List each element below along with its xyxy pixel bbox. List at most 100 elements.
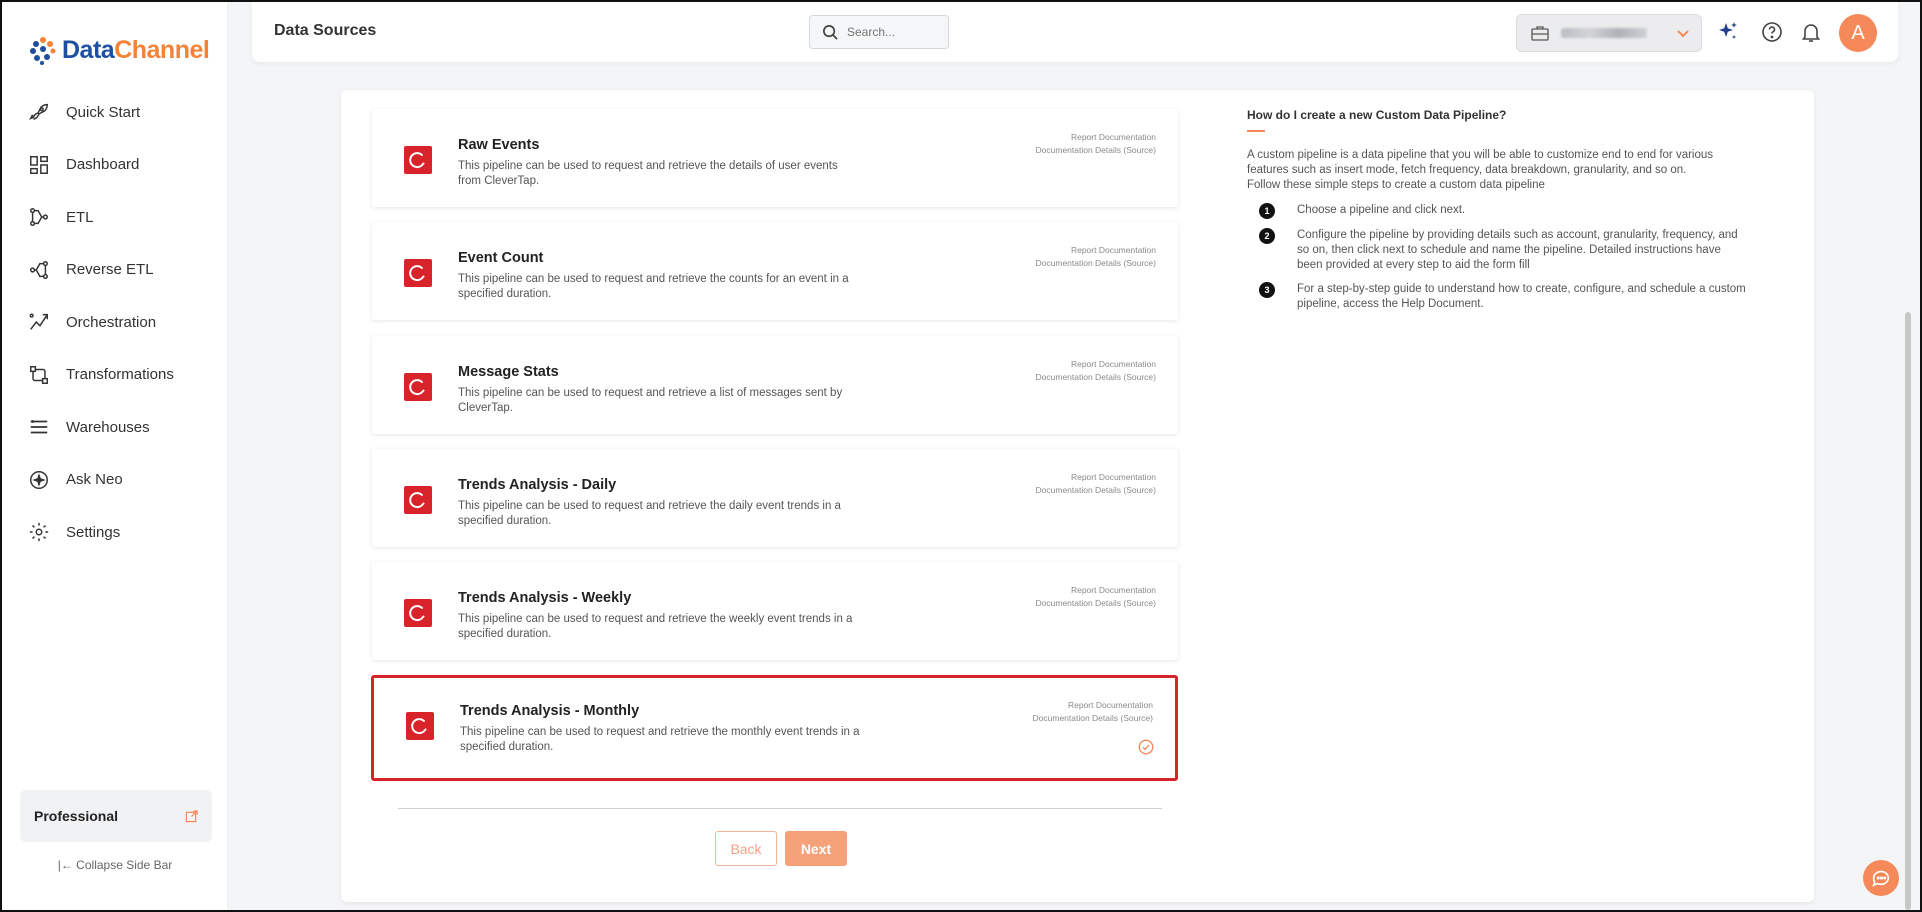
pipeline-card[interactable]: Trends Analysis - Monthly This pipeline c… <box>371 675 1178 781</box>
rocket-icon <box>29 104 48 121</box>
clevertap-logo-icon <box>406 712 434 740</box>
external-link-icon <box>185 809 198 822</box>
pipeline-links: Report Documentation Documentation Detail… <box>1036 358 1156 384</box>
sidebar-item-label: Dashboard <box>66 156 140 174</box>
documentation-details-link[interactable]: Documentation Details (Source) <box>1036 484 1156 497</box>
step-number: 1 <box>1259 203 1275 219</box>
next-button[interactable]: Next <box>785 831 847 866</box>
pipeline-title: Trends Analysis - Monthly <box>460 703 640 719</box>
sidebar-item-quick-start[interactable]: Quick Start <box>2 86 228 139</box>
plan-name: Professional <box>34 808 119 824</box>
report-documentation-link[interactable]: Report Documentation <box>1036 584 1156 597</box>
search-icon <box>823 24 838 40</box>
datachannel-logo[interactable]: DataChannel <box>28 30 210 70</box>
report-documentation-link[interactable]: Report Documentation <box>1036 244 1156 257</box>
logo-text-channel: Channel <box>114 35 210 64</box>
pipeline-title: Message Stats <box>458 364 559 380</box>
sidebar-item-label: Settings <box>66 523 121 541</box>
sidebar-item-reverse-etl[interactable]: Reverse ETL <box>2 244 228 297</box>
warehouses-icon <box>30 420 48 434</box>
pipeline-links: Report Documentation Documentation Detail… <box>1036 471 1156 497</box>
workspace-selector[interactable] <box>1516 14 1702 52</box>
sidebar-item-label: Quick Start <box>66 103 141 121</box>
plan-badge[interactable]: Professional <box>20 790 212 842</box>
top-header: Data Sources A <box>252 2 1898 62</box>
gear-icon <box>29 523 49 542</box>
chat-icon <box>1872 870 1890 887</box>
sidebar-item-label: Ask Neo <box>66 471 123 489</box>
report-documentation-link[interactable]: Report Documentation <box>1036 471 1156 484</box>
pipeline-description: This pipeline can be used to request and… <box>458 273 849 300</box>
transformations-icon <box>30 365 48 384</box>
divider <box>398 808 1162 809</box>
documentation-details-link[interactable]: Documentation Details (Source) <box>1036 257 1156 270</box>
pipeline-description: This pipeline can be used to request and… <box>458 160 838 187</box>
documentation-details-link[interactable]: Documentation Details (Source) <box>1036 597 1156 610</box>
pipeline-description: This pipeline can be used to request and… <box>460 726 860 753</box>
dashboard-icon <box>30 155 48 174</box>
reverse-etl-icon <box>30 260 48 279</box>
help-icon[interactable] <box>1760 20 1784 44</box>
sidebar-item-warehouses[interactable]: Warehouses <box>2 401 228 454</box>
pipeline-description: This pipeline can be used to request and… <box>458 500 841 527</box>
documentation-details-link[interactable]: Documentation Details (Source) <box>1036 144 1156 157</box>
briefcase-icon <box>1531 26 1549 41</box>
step-text: Configure the pipeline by providing deta… <box>1297 229 1738 271</box>
ai-sparkle-icon[interactable] <box>1716 20 1740 44</box>
notification-bell-icon[interactable] <box>1799 20 1823 44</box>
pipeline-title: Trends Analysis - Weekly <box>458 590 632 606</box>
help-intro: A custom pipeline is a data pipeline tha… <box>1247 149 1714 176</box>
clevertap-logo-icon <box>404 599 432 627</box>
sidebar-item-etl[interactable]: ETL <box>2 191 228 244</box>
help-steps: 1 Choose a pipeline and click next. 2 Co… <box>1259 203 1747 312</box>
report-documentation-link[interactable]: Report Documentation <box>1036 358 1156 371</box>
back-button[interactable]: Back <box>715 831 777 866</box>
help-step: 2 Configure the pipeline by providing de… <box>1259 228 1747 273</box>
pipeline-links: Report Documentation Documentation Detail… <box>1036 584 1156 610</box>
pipeline-links: Report Documentation Documentation Detail… <box>1036 244 1156 270</box>
documentation-details-link[interactable]: Documentation Details (Source) <box>1036 371 1156 384</box>
etl-icon <box>30 208 48 227</box>
report-documentation-link[interactable]: Report Documentation <box>1033 699 1153 712</box>
orchestration-icon <box>29 313 48 331</box>
pipeline-card[interactable]: Event Count This pipeline can be used to … <box>372 222 1178 320</box>
logo-mark-icon <box>28 35 58 65</box>
pipeline-card[interactable]: Trends Analysis - Weekly This pipeline ca… <box>372 562 1178 660</box>
help-subtitle: Follow these simple steps to create a cu… <box>1247 179 1545 191</box>
sidebar-item-orchestration[interactable]: Orchestration <box>2 296 228 349</box>
step-text: For a step-by-step guide to understand h… <box>1297 283 1746 310</box>
search-input[interactable] <box>847 25 937 39</box>
report-documentation-link[interactable]: Report Documentation <box>1036 131 1156 144</box>
scrollbar[interactable] <box>1905 312 1911 910</box>
documentation-details-link[interactable]: Documentation Details (Source) <box>1033 712 1153 725</box>
search-box[interactable] <box>809 15 949 49</box>
pipeline-title: Raw Events <box>458 137 540 153</box>
pipeline-card[interactable]: Trends Analysis - Daily This pipeline can… <box>372 449 1178 547</box>
collapse-sidebar-button[interactable]: |← Collapse Side Bar <box>2 858 228 872</box>
sidebar-item-settings[interactable]: Settings <box>2 506 228 559</box>
clevertap-logo-icon <box>404 259 432 287</box>
user-avatar[interactable]: A <box>1839 14 1877 52</box>
page-title: Data Sources <box>274 22 377 39</box>
logo-text-data: Data <box>62 35 115 64</box>
help-step: 3 For a step-by-step guide to understand… <box>1259 282 1747 312</box>
sidebar-item-dashboard[interactable]: Dashboard <box>2 139 228 192</box>
step-text: Choose a pipeline and click next. <box>1297 204 1466 216</box>
pipeline-card[interactable]: Raw Events This pipeline can be used to r… <box>372 109 1178 207</box>
pipeline-description: This pipeline can be used to request and… <box>458 613 853 640</box>
pipeline-description: This pipeline can be used to request and… <box>458 387 843 414</box>
sidebar-item-ask-neo[interactable]: Ask Neo <box>2 454 228 507</box>
help-underline <box>1247 130 1265 132</box>
pipeline-title: Trends Analysis - Daily <box>458 477 617 493</box>
sparkle-icon <box>30 470 48 489</box>
step-number: 2 <box>1259 228 1275 244</box>
pipeline-card[interactable]: Message Stats This pipeline can be used t… <box>372 336 1178 434</box>
help-step: 1 Choose a pipeline and click next. <box>1259 203 1747 219</box>
help-panel: How do I create a new Custom Data Pipeli… <box>1247 108 1747 321</box>
clevertap-logo-icon <box>404 486 432 514</box>
chat-button[interactable] <box>1863 860 1899 896</box>
sidebar-item-transformations[interactable]: Transformations <box>2 349 228 402</box>
workspace-name-redacted <box>1561 28 1647 38</box>
pipeline-links: Report Documentation Documentation Detail… <box>1036 131 1156 157</box>
step-number: 3 <box>1259 282 1275 298</box>
